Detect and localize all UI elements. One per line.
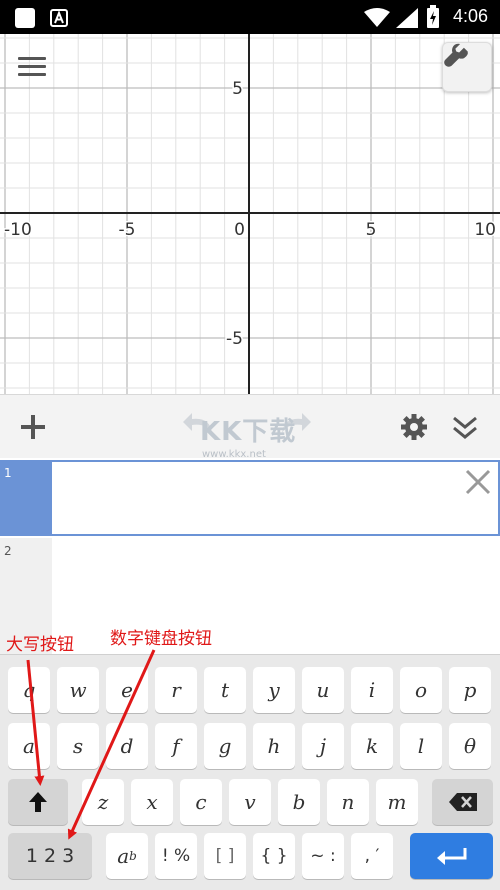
brackets-key[interactable]: [ ] <box>204 833 246 879</box>
settings-button[interactable] <box>396 409 432 445</box>
numpad-annotation: 数字键盘按钮 <box>110 629 212 649</box>
battery-charging-icon <box>427 5 439 28</box>
expression-row-2[interactable]: 2 <box>0 538 500 654</box>
enter-key[interactable] <box>410 833 493 879</box>
watermark: KK下载 www.kkx.net <box>182 403 312 460</box>
key-b[interactable]: b <box>278 779 320 825</box>
key-l[interactable]: l <box>400 723 442 769</box>
key-u[interactable]: u <box>302 667 344 713</box>
key-v[interactable]: v <box>229 779 271 825</box>
key-r[interactable]: r <box>155 667 197 713</box>
expression-toolbar: KK下载 www.kkx.net <box>0 394 500 460</box>
watermark-text: KK下载 <box>200 417 297 447</box>
x-tick-label: 5 <box>366 220 377 240</box>
key-q[interactable]: q <box>8 667 50 713</box>
key-j[interactable]: j <box>302 723 344 769</box>
key-e[interactable]: e <box>106 667 148 713</box>
shift-key[interactable] <box>8 779 68 825</box>
expression-list: 1 2 <box>0 458 500 654</box>
x-tick-label: -5 <box>119 220 136 240</box>
key-w[interactable]: w <box>57 667 99 713</box>
square-icon <box>15 8 35 28</box>
add-expression-button[interactable] <box>15 409 51 445</box>
key-k[interactable]: k <box>351 723 393 769</box>
key-s[interactable]: s <box>57 723 99 769</box>
collapse-button[interactable] <box>447 409 483 445</box>
subscript-base: a <box>117 844 130 868</box>
delete-expression-icon[interactable] <box>464 468 492 496</box>
expression-index: 1 <box>0 460 52 536</box>
clock: 4:06 <box>452 6 488 26</box>
key-g[interactable]: g <box>204 723 246 769</box>
y-tick-label: 5 <box>232 79 243 99</box>
key-i[interactable]: i <box>351 667 393 713</box>
numbers-key[interactable]: 1 2 3 <box>8 833 92 879</box>
graph-settings-button[interactable] <box>442 42 492 92</box>
key-p[interactable]: p <box>449 667 491 713</box>
key-n[interactable]: n <box>327 779 369 825</box>
key-f[interactable]: f <box>155 723 197 769</box>
tilde-colon-key[interactable]: ~ : <box>302 833 344 879</box>
key-x[interactable]: x <box>131 779 173 825</box>
enter-icon <box>436 848 466 865</box>
key-h[interactable]: h <box>253 723 295 769</box>
signal-icon <box>396 8 418 28</box>
double-chevron-down-icon <box>453 416 477 439</box>
key-d[interactable]: d <box>106 723 148 769</box>
key-y[interactable]: y <box>253 667 295 713</box>
key-m[interactable]: m <box>376 779 418 825</box>
expression-input[interactable] <box>52 460 500 536</box>
x-tick-label: 0 <box>234 220 245 240</box>
plus-icon <box>21 415 45 439</box>
exclaim-percent-key[interactable]: ! % <box>155 833 197 879</box>
braces-key[interactable]: { } <box>253 833 295 879</box>
key-c[interactable]: c <box>180 779 222 825</box>
subscript-sub: b <box>129 849 137 863</box>
caps-annotation: 大写按钮 <box>6 635 74 655</box>
math-keyboard: qwertyuiop asdfghjklθ zxcvbnm 1 2 3 ab !… <box>0 654 500 890</box>
status-bar: 4:06 <box>0 0 500 34</box>
backspace-key[interactable] <box>432 779 493 825</box>
hamburger-icon[interactable] <box>16 52 48 80</box>
graph-canvas[interactable]: -10 -5 0 5 10 5 -5 <box>0 34 500 394</box>
x-tick-label: -10 <box>4 220 32 240</box>
a-badge-icon <box>50 9 68 27</box>
key-t[interactable]: t <box>204 667 246 713</box>
graphing-calculator-app: 4:06 -10 -5 0 5 10 5 -5 KK下载 www.kkx.net <box>0 0 500 890</box>
backspace-icon <box>448 793 477 811</box>
arrow-up-icon <box>29 792 47 812</box>
key-o[interactable]: o <box>400 667 442 713</box>
wifi-icon <box>364 8 390 27</box>
key-theta[interactable]: θ <box>449 723 491 769</box>
subscript-key[interactable]: ab <box>106 833 148 879</box>
graph-grid[interactable]: -10 -5 0 5 10 5 -5 <box>0 34 500 394</box>
gear-icon <box>401 414 427 440</box>
comma-prime-key[interactable]: , ′ <box>351 833 393 879</box>
x-tick-label: 10 <box>474 220 496 240</box>
y-tick-label: -5 <box>226 329 243 349</box>
wrench-icon <box>444 43 468 67</box>
key-a[interactable]: a <box>8 723 50 769</box>
key-z[interactable]: z <box>82 779 124 825</box>
expression-row-1[interactable]: 1 <box>0 460 500 536</box>
